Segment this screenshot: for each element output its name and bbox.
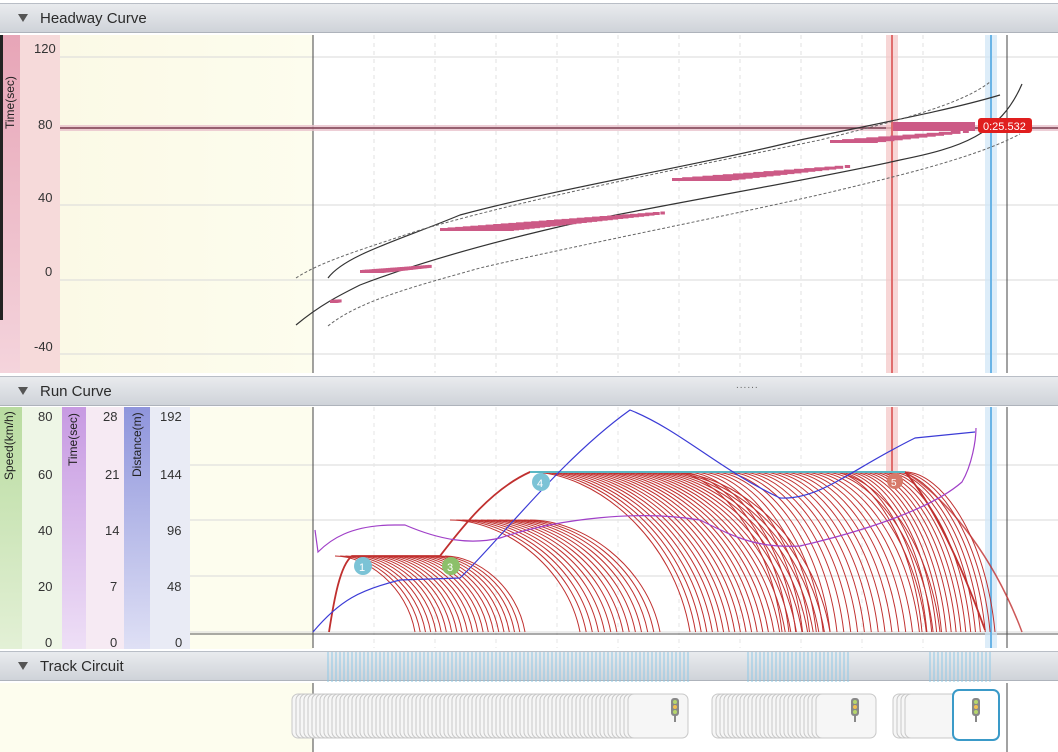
signal-card[interactable] (627, 693, 689, 739)
signal-card[interactable] (815, 693, 877, 739)
track-circuit-plot (291, 652, 1008, 752)
